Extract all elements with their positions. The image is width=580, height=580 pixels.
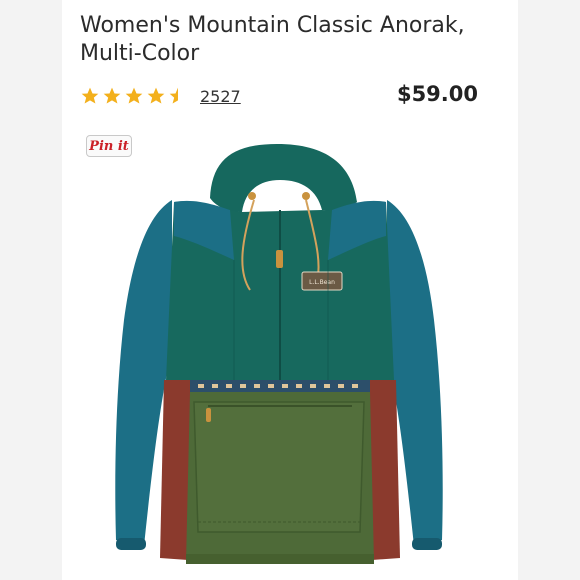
rating-row[interactable]: 2527 xyxy=(80,84,241,108)
brand-patch: L.L.Bean xyxy=(301,271,343,291)
hood xyxy=(210,144,357,212)
star-icon xyxy=(125,87,143,104)
star-icon xyxy=(147,87,165,104)
kangaroo-pocket xyxy=(193,401,365,533)
product-card: Women's Mountain Classic Anorak, Multi-C… xyxy=(62,0,518,580)
star-icon xyxy=(103,87,121,104)
product-price: $59.00 xyxy=(396,82,478,106)
review-count-link[interactable]: 2527 xyxy=(200,87,241,106)
svg-text:L.L.Bean: L.L.Bean xyxy=(309,279,335,286)
half-star-icon xyxy=(169,87,187,104)
star-rating xyxy=(80,86,188,106)
star-icon xyxy=(81,87,99,104)
product-image[interactable]: L.L.Bean xyxy=(102,140,462,580)
product-title: Women's Mountain Classic Anorak, Multi-C… xyxy=(80,13,465,66)
